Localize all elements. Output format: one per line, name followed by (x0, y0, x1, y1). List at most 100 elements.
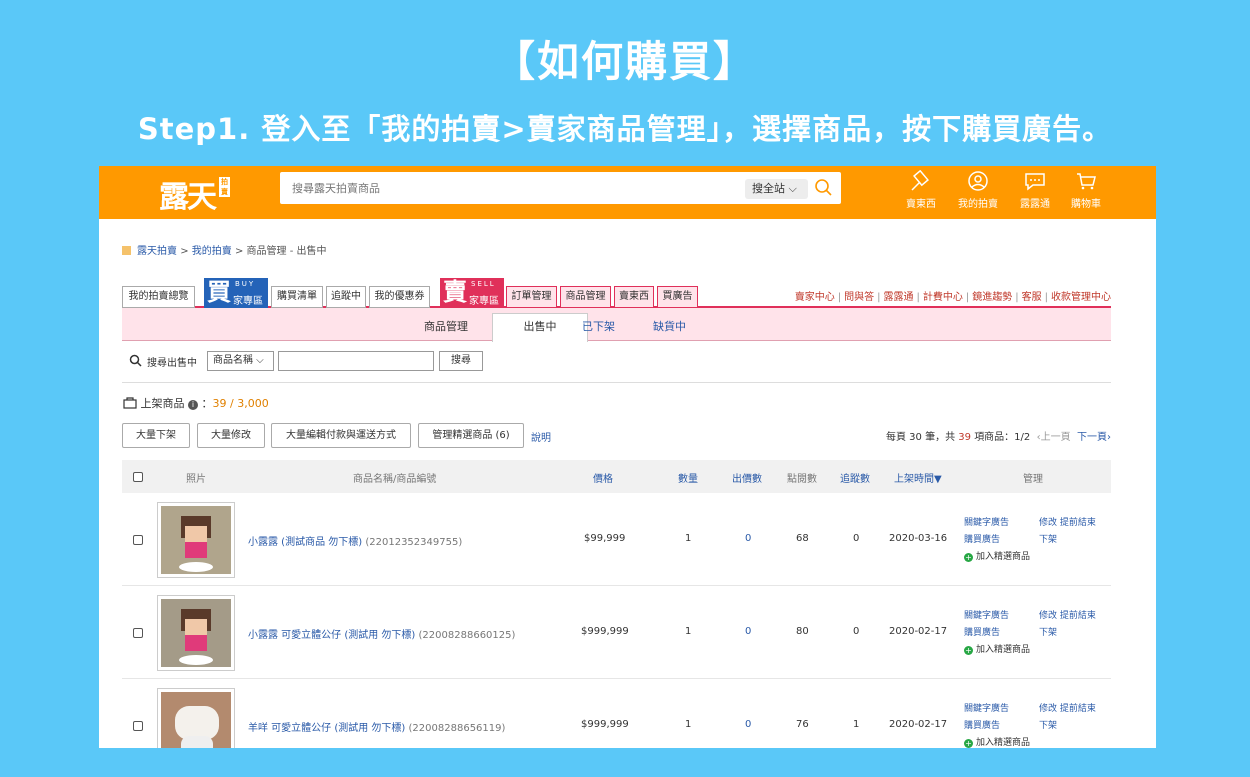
filter-input[interactable] (278, 351, 434, 371)
product-name[interactable]: 羊咩 可愛立體公仔 (測試用 勿下標) (22008288656119) (248, 719, 505, 734)
chat-icon (1025, 173, 1045, 191)
filter-search-button[interactable]: 搜尋 (439, 351, 483, 371)
tab-buy-ads[interactable]: 買廣告 (657, 286, 698, 308)
filter-field-select[interactable]: 商品名稱 ⌵ (207, 351, 274, 371)
pager-next[interactable]: 下一頁› (1077, 432, 1111, 443)
keyword-ad-link[interactable]: 關鍵字廣告 (964, 515, 1030, 532)
product-thumbnail[interactable] (157, 688, 235, 748)
product-date: 2020-02-17 (889, 719, 948, 730)
product-price: $999,999 (581, 626, 629, 637)
edit-link[interactable]: 修改 (1039, 704, 1057, 714)
buyer-zone-char: 買 (207, 278, 231, 306)
pager-suffix: 項商品：1/2 (974, 432, 1031, 443)
buy-ad-link[interactable]: 購買廣告 (964, 718, 1030, 735)
nav-cart[interactable]: 購物車 (1056, 170, 1116, 210)
nav-sell-label: 賣東西 (906, 199, 936, 210)
col-bids[interactable]: 出價數 (732, 470, 762, 485)
nav-sell[interactable]: 賣東西 (891, 170, 951, 210)
keyword-ad-link[interactable]: 關鍵字廣告 (964, 608, 1030, 625)
manage-featured-button[interactable]: 管理精選商品 (6) (418, 423, 524, 448)
pager-prev[interactable]: ‹上一頁 (1037, 432, 1071, 443)
end-early-link[interactable]: 提前結束 (1060, 704, 1096, 714)
product-name-text: 小露露 (測試商品 勿下標) (248, 537, 363, 548)
col-listed-time[interactable]: 上架時間▼ (894, 470, 942, 485)
product-date: 2020-03-16 (889, 533, 948, 544)
breadcrumb-home[interactable]: 露天拍賣 (137, 246, 177, 257)
bulk-edit-button[interactable]: 大量修改 (197, 423, 265, 448)
product-bids[interactable]: 0 (745, 719, 751, 730)
breadcrumb-my-auction[interactable]: 我的拍賣 (192, 246, 232, 257)
plus-icon: + (964, 739, 973, 748)
product-views: 80 (796, 626, 809, 637)
product-bids[interactable]: 0 (745, 626, 751, 637)
product-price: $999,999 (581, 719, 629, 730)
add-featured-link[interactable]: + 加入精選商品 (964, 549, 1030, 566)
gavel-icon (911, 170, 929, 191)
tab-overview[interactable]: 我的拍賣總覽 (122, 286, 195, 308)
pager-total: 39 (958, 432, 971, 443)
tab-coupons[interactable]: 我的優惠券 (369, 286, 430, 308)
add-featured-link[interactable]: + 加入精選商品 (964, 642, 1030, 659)
info-icon[interactable]: i (188, 400, 198, 410)
link-payment[interactable]: 收款管理中心 (1051, 292, 1111, 303)
action-row: 大量下架 大量修改 大量編輯付款與運送方式 管理精選商品 (6) 說明 每頁 3… (122, 423, 1111, 449)
seller-zone-badge: 賣 SELL 家專區 (440, 278, 504, 308)
search-input[interactable]: 搜尋露天拍賣商品 (292, 180, 380, 196)
end-early-link[interactable]: 提前結束 (1060, 518, 1096, 528)
tab-watching[interactable]: 追蹤中 (326, 286, 366, 308)
tab-sell[interactable]: 賣東西 (614, 286, 654, 308)
link-service[interactable]: 客服 (1022, 292, 1042, 303)
add-featured-link[interactable]: + 加入精選商品 (964, 735, 1030, 748)
bulk-payment-shipping-button[interactable]: 大量編輯付款與運送方式 (271, 423, 411, 448)
tab-orders[interactable]: 訂單管理 (506, 286, 557, 308)
keyword-ad-link[interactable]: 關鍵字廣告 (964, 701, 1030, 718)
link-qa[interactable]: 問與答 (844, 292, 874, 303)
subtab-on-sale[interactable]: 出售中 (492, 313, 588, 342)
search-scope-select[interactable]: 搜全站 ⌵ (745, 179, 808, 199)
product-photo (161, 599, 231, 667)
search-scope-label: 搜全站 (752, 182, 785, 195)
link-trends[interactable]: 鏡進趨勢 (972, 292, 1012, 303)
product-bids[interactable]: 0 (745, 533, 751, 544)
search-icon[interactable] (814, 178, 834, 198)
listed-count-value: 39 (212, 397, 227, 410)
nav-my-auction[interactable]: 我的拍賣 (948, 170, 1008, 210)
row-checkbox[interactable] (133, 535, 143, 545)
product-watch: 1 (853, 719, 860, 730)
divider (122, 382, 1111, 383)
tab-product-manage[interactable]: 商品管理 (560, 286, 611, 308)
col-qty[interactable]: 數量 (678, 470, 698, 485)
link-billing[interactable]: 計費中心 (923, 292, 963, 303)
buyer-zone-badge: 買 BUY 家專區 (204, 278, 268, 308)
breadcrumb-sep: > (234, 246, 244, 257)
bulk-delist-button[interactable]: 大量下架 (122, 423, 190, 448)
buy-ad-link[interactable]: 購買廣告 (964, 532, 1030, 549)
delist-link[interactable]: 下架 (1039, 532, 1096, 549)
product-qty: 1 (685, 719, 692, 730)
product-thumbnail[interactable] (157, 502, 235, 578)
site-logo[interactable]: 露天 (159, 172, 217, 216)
edit-link[interactable]: 修改 (1039, 611, 1057, 621)
plus-icon: + (964, 646, 973, 655)
search-box[interactable]: 搜尋露天拍賣商品 搜全站 ⌵ (280, 172, 841, 204)
link-seller-center[interactable]: 賣家中心 (795, 292, 835, 303)
col-watch[interactable]: 追蹤數 (840, 470, 870, 485)
subtab-delisted[interactable]: 已下架 (582, 318, 615, 334)
link-messenger[interactable]: 露露通 (884, 292, 914, 303)
delist-link[interactable]: 下架 (1039, 718, 1096, 735)
select-all-checkbox[interactable] (133, 472, 143, 482)
buy-ad-link[interactable]: 購買廣告 (964, 625, 1030, 642)
delist-link[interactable]: 下架 (1039, 625, 1096, 642)
subtab-out-of-stock[interactable]: 缺貨中 (653, 318, 686, 334)
tab-purchase-list[interactable]: 購買清單 (271, 286, 323, 308)
help-link[interactable]: 說明 (531, 429, 551, 444)
row-checkbox[interactable] (133, 721, 143, 731)
end-early-link[interactable]: 提前結束 (1060, 611, 1096, 621)
product-views: 68 (796, 533, 809, 544)
col-price[interactable]: 價格 (593, 470, 613, 485)
product-name[interactable]: 小露露 可愛立體公仔 (測試用 勿下標) (22008288660125) (248, 626, 515, 641)
product-thumbnail[interactable] (157, 595, 235, 671)
product-name[interactable]: 小露露 (測試商品 勿下標) (22012352349755) (248, 533, 462, 548)
row-checkbox[interactable] (133, 628, 143, 638)
edit-link[interactable]: 修改 (1039, 518, 1057, 528)
